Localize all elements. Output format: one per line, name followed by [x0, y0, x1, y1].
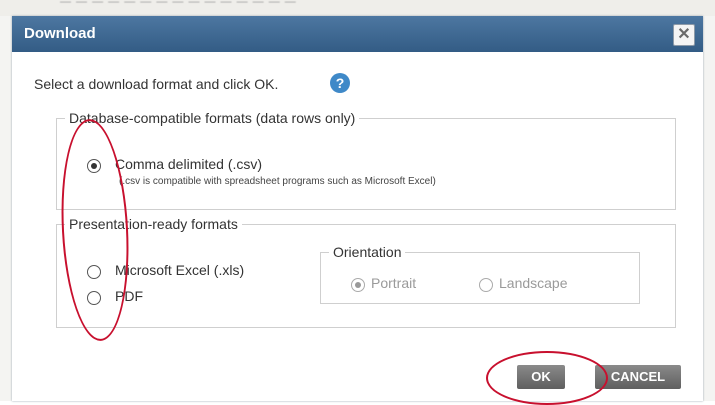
radio-csv[interactable]	[87, 159, 101, 173]
database-formats-group: Database-compatible formats (data rows o…	[56, 110, 676, 210]
instruction-text: Select a download format and click OK.	[34, 76, 279, 92]
background-window-right	[703, 16, 715, 401]
dialog-titlebar[interactable]: Download ✕	[12, 16, 703, 52]
csv-label[interactable]: Comma delimited (.csv)	[115, 156, 262, 172]
ok-button[interactable]: OK	[517, 365, 565, 389]
portrait-label: Portrait	[371, 275, 417, 291]
dialog-title: Download	[24, 25, 96, 42]
radio-portrait	[351, 278, 365, 292]
landscape-label: Landscape	[499, 275, 568, 291]
help-icon[interactable]: ?	[330, 73, 350, 93]
background-window-left	[0, 16, 12, 401]
radio-landscape	[479, 278, 493, 292]
background-window-top: — — — — — — — — — — — — — — —	[0, 0, 715, 16]
pdf-label[interactable]: PDF	[115, 288, 143, 304]
database-formats-legend: Database-compatible formats (data rows o…	[69, 110, 356, 126]
close-icon[interactable]: ✕	[673, 24, 695, 46]
cancel-button[interactable]: CANCEL	[595, 365, 681, 389]
background-text: — — — — — — — — — — — — — — —	[60, 0, 297, 8]
orientation-group: Orientation Portrait Landscape	[320, 244, 640, 304]
orientation-legend: Orientation	[333, 244, 402, 260]
radio-pdf[interactable]	[87, 291, 101, 305]
presentation-formats-legend: Presentation-ready formats	[69, 216, 238, 232]
csv-note: (.csv is compatible with spreadsheet pro…	[119, 176, 436, 187]
radio-xls[interactable]	[87, 265, 101, 279]
download-dialog: Download ✕ Select a download format and …	[12, 16, 703, 405]
xls-label[interactable]: Microsoft Excel (.xls)	[115, 262, 244, 278]
